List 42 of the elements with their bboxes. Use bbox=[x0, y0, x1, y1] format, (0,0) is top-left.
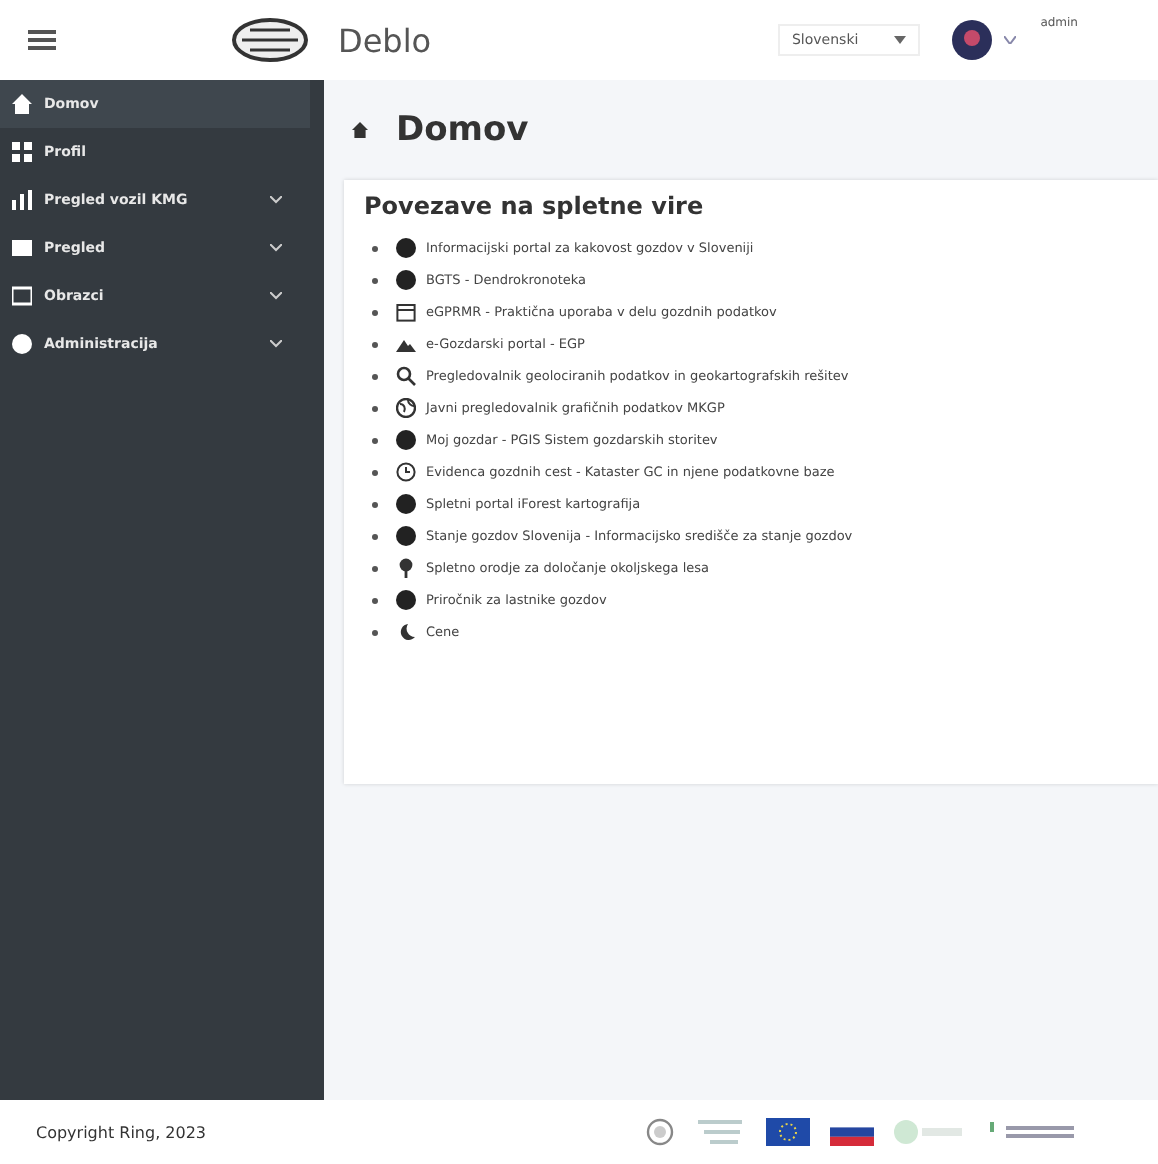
disc-icon bbox=[396, 590, 416, 610]
bullet-icon bbox=[372, 309, 378, 315]
chart-icon bbox=[12, 190, 32, 210]
logo-icon bbox=[694, 1116, 746, 1148]
copyright-text: Copyright Ring, 2023 bbox=[36, 1123, 207, 1141]
tree-icon bbox=[396, 558, 416, 578]
bullet-icon bbox=[372, 469, 378, 475]
disc-icon bbox=[396, 270, 416, 290]
home-icon bbox=[12, 94, 32, 114]
disc-icon bbox=[396, 430, 416, 450]
bullet-icon bbox=[372, 533, 378, 539]
avatar-icon[interactable] bbox=[952, 20, 993, 60]
bullet-icon bbox=[372, 629, 378, 635]
bullet-icon bbox=[372, 277, 378, 283]
clock-icon bbox=[396, 462, 416, 482]
logo-icon bbox=[230, 16, 310, 64]
bullet-icon bbox=[372, 501, 378, 507]
menu-icon[interactable] bbox=[28, 28, 56, 52]
bullet-icon bbox=[372, 437, 378, 443]
grid-icon bbox=[12, 142, 32, 162]
page-title: Domov bbox=[396, 110, 529, 150]
bullet-icon bbox=[372, 405, 378, 411]
disc-icon bbox=[396, 494, 416, 514]
app-name: Deblo bbox=[338, 21, 432, 59]
globe-icon bbox=[396, 398, 416, 418]
moon-icon bbox=[396, 622, 416, 642]
caret-icon bbox=[894, 36, 907, 44]
home-icon bbox=[352, 122, 368, 138]
bullet-icon bbox=[372, 597, 378, 603]
calendar-icon bbox=[396, 302, 416, 322]
card-title: Povezave na spletne vire bbox=[364, 192, 706, 220]
disc-icon bbox=[396, 238, 416, 258]
bullet-icon bbox=[372, 373, 378, 379]
bullet-icon bbox=[372, 245, 378, 251]
bullet-icon bbox=[372, 565, 378, 571]
bullet-icon bbox=[372, 341, 378, 347]
seal-icon bbox=[646, 1118, 674, 1146]
eu-flag-icon bbox=[766, 1118, 810, 1146]
search-icon bbox=[396, 366, 416, 386]
caret-icon bbox=[1004, 36, 1017, 44]
logo-icon bbox=[894, 1118, 966, 1146]
disc-icon bbox=[396, 526, 416, 546]
